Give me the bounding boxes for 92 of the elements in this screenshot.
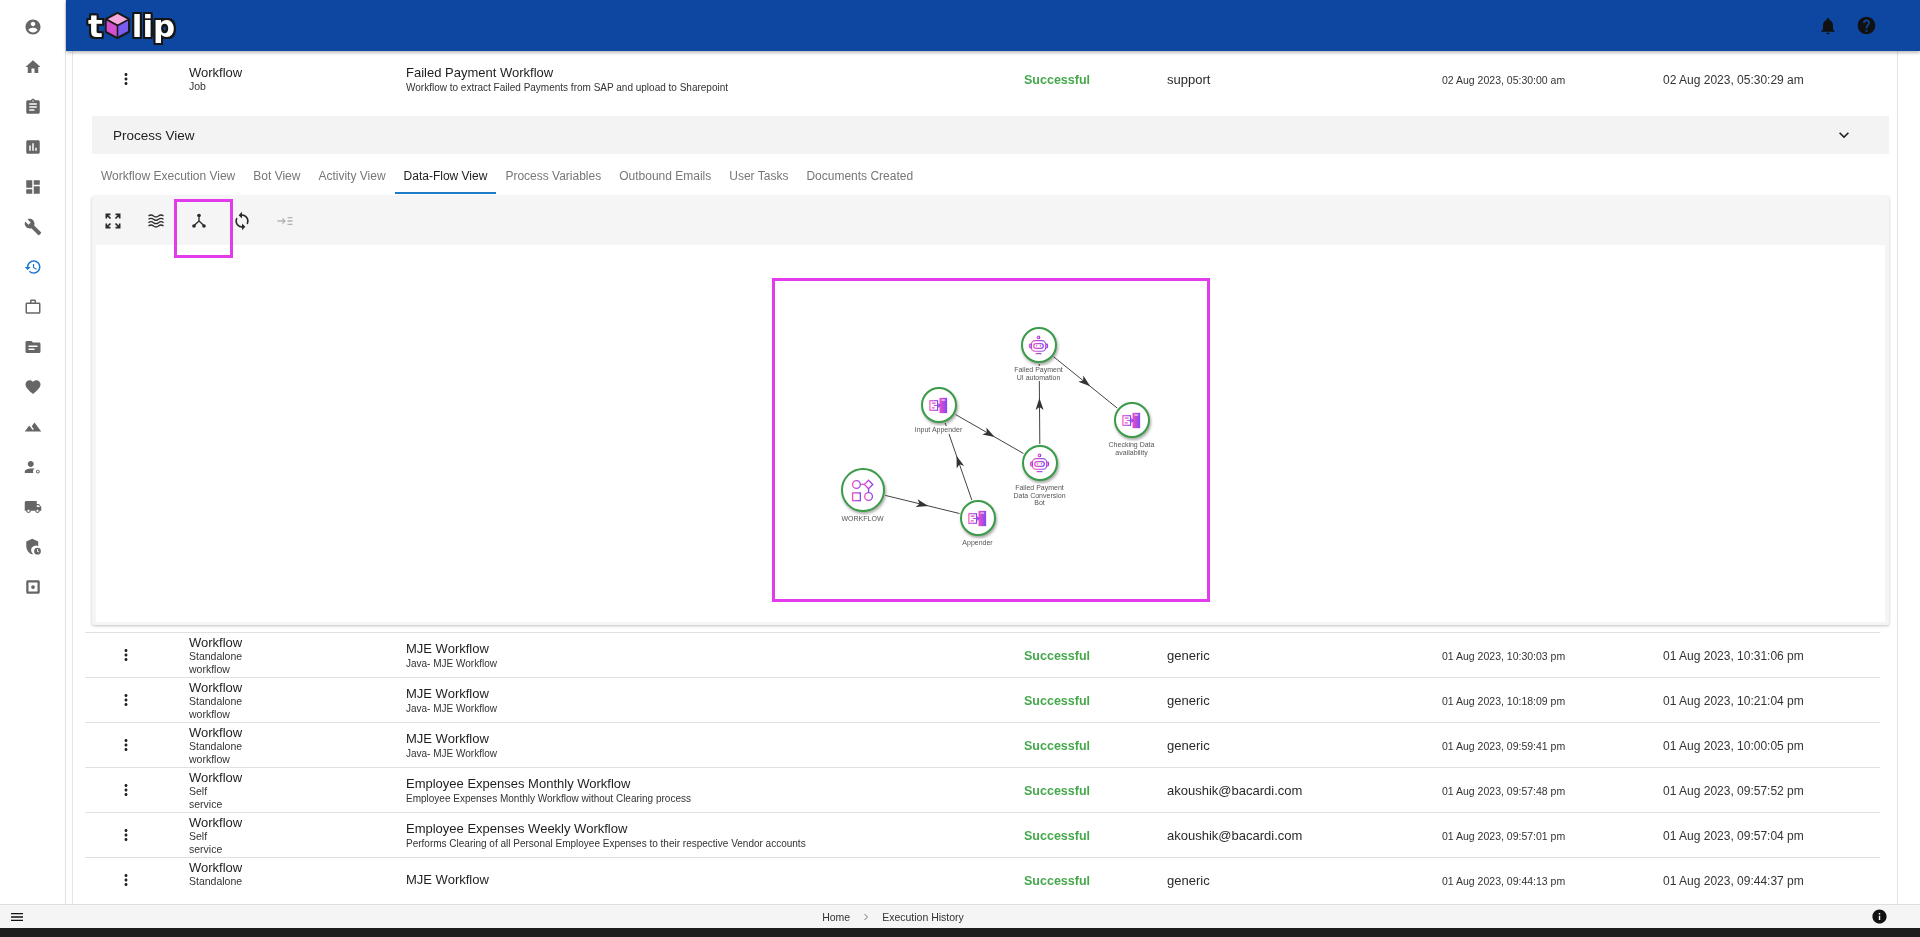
end-time: 01 Aug 2023, 09:57:52 pm [1663,784,1804,798]
workflow-name: Employee Expenses Monthly Workflow [406,775,632,792]
end-time: 01 Aug 2023, 10:21:04 pm [1663,694,1804,708]
end-time: 02 Aug 2023, 05:30:29 am [1663,73,1804,87]
type-title: Workflow [189,770,244,785]
dashboard-icon[interactable] [23,178,42,196]
section-title: Process View [113,127,195,143]
user-name: generic [1167,648,1210,663]
logo-text: lip [131,7,176,44]
tab[interactable]: Data-Flow View [394,159,497,194]
workflow-name: Failed Payment Workflow [406,64,555,81]
start-time: 01 Aug 2023, 10:18:09 pm [1442,695,1566,707]
workflow-description: Employee Expenses Monthly Workflow without Clearing process [406,791,692,805]
tab[interactable]: Process Variables [496,159,611,194]
table-row[interactable]: Workflow Standalone MJE Workflow Successful generic 01 Aug 2023, 09:44:13 pm 01 Aug 2023, 09:44:37 pm [85,857,1880,902]
workflow-description: Performs Clearing of all Personal Employee Expenses to their respective Vendor accounts [406,836,807,850]
info-icon[interactable] [1871,908,1888,925]
wrench-icon[interactable] [23,218,42,236]
end-time: 01 Aug 2023, 09:44:37 pm [1663,874,1804,888]
truck-icon[interactable] [23,498,42,516]
clipboard-icon[interactable] [23,98,42,116]
type-subtitle: Job [189,80,206,93]
type-title: Workflow [189,725,244,740]
end-time: 01 Aug 2023, 10:31:06 pm [1663,649,1804,663]
end-time: 01 Aug 2023, 09:57:04 pm [1663,829,1804,843]
cube-icon [103,11,131,40]
tab[interactable]: Workflow Execution View [92,159,245,194]
type-subtitle: Standalone workflow [189,695,243,721]
frame-icon[interactable] [23,578,42,596]
home-icon[interactable] [23,58,42,76]
table-row[interactable]: Workflow Job Failed Payment Workflow Workflow to extract Failed Payments from SAP and upload to Sharepoint Successful support 02 Aug 2023, 05:30:00 am 02 Aug 2023, 05:30:29 am [85,55,1880,103]
user-name: akoushik@bacardi.com [1167,828,1303,843]
start-time: 01 Aug 2023, 09:44:13 pm [1442,875,1566,887]
workflow-description: Workflow to extract Failed Payments from SAP and upload to Sharepoint [406,80,730,94]
tab[interactable]: User Tasks [720,159,798,194]
status-text: Successful [1024,694,1090,708]
user-name: generic [1167,873,1210,888]
end-time: 01 Aug 2023, 10:00:05 pm [1663,739,1804,753]
workflow-description: Java- MJE Workflow [406,656,498,670]
heart-icon[interactable] [23,378,42,396]
tab[interactable]: Bot View [244,159,310,194]
workflow-description: Java- MJE Workflow [406,701,498,715]
logo-text: t [88,7,103,44]
table-row[interactable]: Workflow Standalone workflow MJE Workflow Java- MJE Workflow Successful generic 01 Aug 2023, 10:18:09 pm 01 Aug 2023, 10:21:04 pm [85,677,1880,722]
type-title: Workflow [189,65,244,80]
type-subtitle: Standalone workflow [189,650,243,676]
start-time: 01 Aug 2023, 09:57:48 pm [1442,785,1566,797]
shield-clock-icon[interactable] [23,538,42,556]
user-name: akoushik@bacardi.com [1167,783,1303,798]
tab[interactable]: Outbound Emails [610,159,721,194]
type-subtitle: Standalone workflow [189,740,243,766]
user-name: generic [1167,693,1210,708]
status-text: Successful [1024,874,1090,888]
history-icon[interactable] [23,258,42,276]
breadcrumb-item: Execution History [882,910,964,923]
folder-icon[interactable] [23,338,42,356]
type-title: Workflow [189,815,244,830]
type-subtitle: Standalone [189,875,243,888]
briefcase-icon[interactable] [23,298,42,316]
type-subtitle: Self service [189,830,223,856]
type-title: Workflow [189,635,244,650]
sync-icon[interactable] [232,210,252,231]
user-name: support [1167,72,1211,87]
bar-chart-icon[interactable] [23,138,42,156]
table-row[interactable]: Workflow Standalone workflow MJE Workflow Java- MJE Workflow Successful generic 01 Aug 2023, 10:30:03 pm 01 Aug 2023, 10:31:06 pm [85,632,1880,677]
breadcrumb-item[interactable]: Home [822,910,851,923]
status-text: Successful [1024,649,1090,663]
user-name: generic [1167,738,1210,753]
start-time: 02 Aug 2023, 05:30:00 am [1442,74,1566,86]
workflow-name: MJE Workflow [406,730,490,747]
table-row[interactable]: Workflow Standalone workflow MJE Workflow Java- MJE Workflow Successful generic 01 Aug 2023, 09:59:41 pm 01 Aug 2023, 10:00:05 pm [85,722,1880,767]
status-text: Successful [1024,73,1090,87]
workflow-name: MJE Workflow [406,685,490,702]
type-title: Workflow [189,680,244,695]
tab[interactable]: Activity View [309,159,395,194]
workflow-name: MJE Workflow [406,640,490,657]
process-view-header[interactable]: Process View [92,116,1889,154]
start-time: 01 Aug 2023, 10:30:03 pm [1442,650,1566,662]
workflow-description: Java- MJE Workflow [406,746,498,760]
status-text: Successful [1024,784,1090,798]
table-row[interactable]: Workflow Self service Employee Expenses Monthly Workflow Employee Expenses Monthly Workflow without Clearing process Successful akoushik@bacardi.com 01 Aug 2023, 09:57:48 pm 01 Aug 2023, 09:57:52 pm [85,767,1880,812]
start-time: 01 Aug 2023, 09:57:01 pm [1442,830,1566,842]
start-time: 01 Aug 2023, 09:59:41 pm [1442,740,1566,752]
user-settings-icon[interactable] [23,458,42,476]
status-text: Successful [1024,829,1090,843]
account-icon[interactable] [23,18,42,36]
tab[interactable]: Documents Created [797,159,923,194]
type-title: Workflow [189,860,244,875]
workflow-name: MJE Workflow [406,872,490,888]
status-text: Successful [1024,739,1090,753]
workflow-name: Employee Expenses Weekly Workflow [406,820,629,837]
type-subtitle: Self service [189,785,223,811]
